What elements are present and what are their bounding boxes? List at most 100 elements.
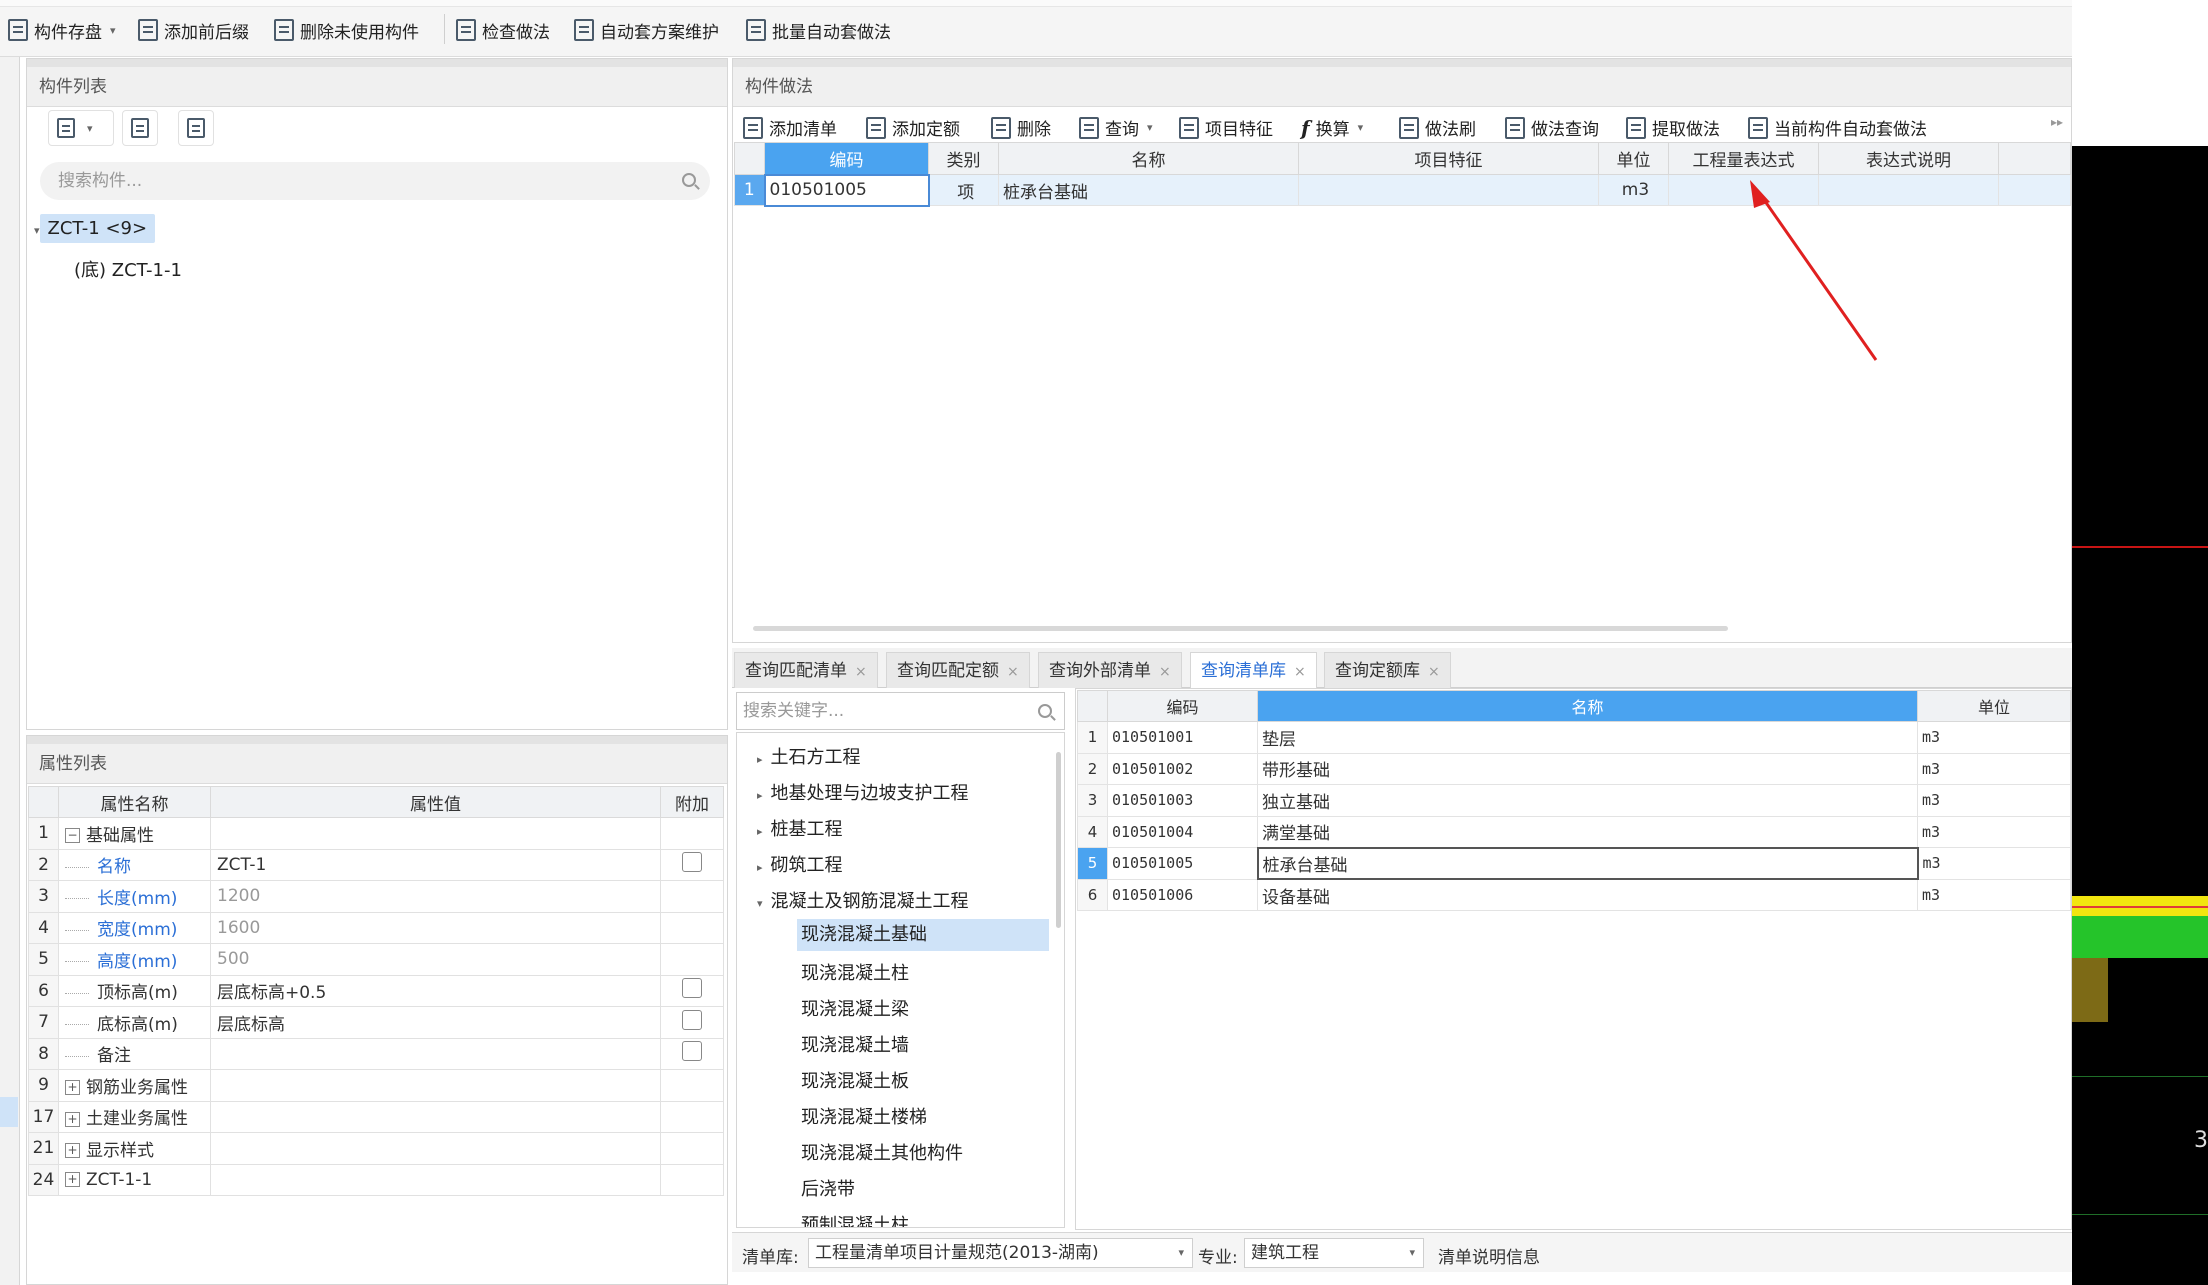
- unit-cell[interactable]: m3: [1917, 784, 2071, 817]
- category-item[interactable]: 后浇带: [801, 1175, 855, 1201]
- code-cell[interactable]: 010501006: [1107, 878, 1258, 911]
- component-search-input[interactable]: 搜索构件...: [40, 162, 710, 200]
- expand-icon[interactable]: +: [65, 1172, 80, 1188]
- name-cell[interactable]: 桩承台基础: [1256, 846, 1919, 880]
- tab-match-quota[interactable]: 查询匹配定额 ×: [886, 652, 1030, 688]
- tree-node-root[interactable]: ▾ ZCT-1 <9>: [34, 214, 156, 243]
- name-header[interactable]: 名称: [998, 142, 1299, 175]
- table-row[interactable]: 6 010501006 设备基础 m3: [1077, 878, 2071, 911]
- table-row-selected[interactable]: 5 010501005 桩承台基础 m3: [1077, 846, 2071, 880]
- category-item[interactable]: 现浇混凝土梁: [801, 995, 909, 1021]
- unit-cell[interactable]: m3: [1598, 174, 1669, 206]
- property-value[interactable]: [210, 1069, 661, 1102]
- unit-cell[interactable]: m3: [1917, 752, 2071, 785]
- category-item[interactable]: 现浇混凝土楼梯: [801, 1103, 927, 1129]
- table-row[interactable]: 2 010501002 带形基础 m3: [1077, 752, 2071, 785]
- category-item[interactable]: ▸ 地基处理与边坡支护工程: [757, 779, 969, 805]
- major-select[interactable]: 建筑工程 ▾: [1244, 1238, 1424, 1268]
- name-cell[interactable]: 设备基础: [1257, 878, 1918, 911]
- table-row[interactable]: 1 010501001 垫层 m3: [1077, 721, 2071, 754]
- close-icon[interactable]: ×: [855, 664, 867, 680]
- category-item[interactable]: 现浇混凝土其他构件: [801, 1139, 963, 1165]
- feature-header[interactable]: 项目特征: [1298, 142, 1599, 175]
- method-query-button[interactable]: 做法查询: [1505, 115, 1599, 140]
- tab-match-list[interactable]: 查询匹配清单 ×: [734, 652, 878, 688]
- list-info-link[interactable]: 清单说明信息: [1438, 1243, 1540, 1268]
- table-row[interactable]: 2 名称 ZCT-1: [28, 848, 724, 881]
- tab-external-list[interactable]: 查询外部清单 ×: [1038, 652, 1182, 688]
- expand-icon[interactable]: +: [65, 1143, 80, 1159]
- expand-arrow-icon[interactable]: ▸: [757, 789, 763, 802]
- unit-cell[interactable]: m3: [1917, 815, 2071, 848]
- collapse-icon[interactable]: −: [65, 828, 80, 844]
- name-header[interactable]: 名称: [1257, 690, 1918, 722]
- name-cell[interactable]: 独立基础: [1257, 784, 1918, 817]
- property-value[interactable]: [210, 1037, 661, 1070]
- table-row[interactable]: 7 底标高(m) 层底标高: [28, 1006, 724, 1039]
- batch-auto-button[interactable]: 批量自动套做法: [746, 16, 891, 44]
- table-row[interactable]: 4 宽度(mm) 1600: [28, 911, 724, 944]
- method-brush-button[interactable]: 做法刷: [1399, 115, 1476, 140]
- table-row[interactable]: 21 + 显示样式: [28, 1132, 724, 1165]
- table-row[interactable]: 3 010501003 独立基础 m3: [1077, 784, 2071, 817]
- save-component-button[interactable]: 构件存盘 ▾: [8, 16, 116, 44]
- extra-checkbox[interactable]: [682, 1009, 702, 1030]
- category-item[interactable]: ▾ 混凝土及钢筋混凝土工程: [757, 887, 969, 913]
- code-cell[interactable]: 010501005: [1107, 847, 1258, 880]
- copy-component-button[interactable]: [122, 110, 158, 146]
- unit-cell[interactable]: m3: [1917, 847, 2071, 880]
- feature-cell[interactable]: [1298, 174, 1599, 206]
- close-icon[interactable]: ×: [1428, 664, 1440, 680]
- table-row[interactable]: 3 长度(mm) 1200: [28, 880, 724, 913]
- table-row[interactable]: 17 + 土建业务属性: [28, 1100, 724, 1133]
- expression-desc-header[interactable]: 表达式说明: [1818, 142, 1999, 175]
- category-item[interactable]: ▸ 土石方工程: [757, 743, 861, 769]
- add-list-button[interactable]: 添加清单: [743, 115, 837, 140]
- code-header[interactable]: 编码: [764, 142, 929, 175]
- horizontal-scrollbar[interactable]: [753, 626, 1728, 631]
- unit-cell[interactable]: m3: [1917, 721, 2071, 754]
- expand-arrow-icon[interactable]: ▸: [757, 753, 763, 766]
- tab-list-library[interactable]: 查询清单库 ×: [1190, 652, 1317, 688]
- type-cell[interactable]: 项: [928, 174, 999, 206]
- search-icon[interactable]: [1038, 704, 1052, 718]
- new-component-button[interactable]: ▾: [48, 110, 114, 146]
- code-cell[interactable]: 010501004: [1107, 815, 1258, 848]
- delete-unused-button[interactable]: 删除未使用构件: [274, 16, 419, 44]
- property-value[interactable]: ZCT-1: [210, 848, 661, 881]
- property-value[interactable]: 层底标高: [210, 1006, 661, 1039]
- table-row[interactable]: 9 + 钢筋业务属性: [28, 1069, 724, 1102]
- query-button[interactable]: 查询 ▾: [1079, 115, 1153, 140]
- library-select[interactable]: 工程量清单项目计量规范(2013-湖南) ▾: [808, 1238, 1193, 1268]
- table-row[interactable]: 8 备注: [28, 1037, 724, 1070]
- feature-button[interactable]: 项目特征: [1179, 115, 1273, 140]
- table-row[interactable]: 4 010501004 满堂基础 m3: [1077, 815, 2071, 848]
- drawing-canvas[interactable]: 3: [2072, 146, 2208, 1285]
- tab-quota-library[interactable]: 查询定额库 ×: [1324, 652, 1451, 688]
- close-icon[interactable]: ×: [1007, 664, 1019, 680]
- category-search-input[interactable]: 搜索关键字...: [736, 692, 1065, 730]
- property-value[interactable]: 层底标高+0.5: [210, 974, 661, 1007]
- code-cell[interactable]: 010501001: [1107, 721, 1258, 754]
- table-row[interactable]: 24 + ZCT-1-1: [28, 1163, 724, 1196]
- table-row[interactable]: 1 − 基础属性: [28, 817, 724, 850]
- tree-node-child[interactable]: (底) ZCT-1-1: [74, 256, 182, 282]
- extra-checkbox[interactable]: [682, 978, 702, 999]
- unit-header[interactable]: 单位: [1598, 142, 1669, 175]
- search-icon[interactable]: [682, 173, 696, 187]
- chevron-down-icon[interactable]: ▾: [1178, 1239, 1184, 1267]
- auto-apply-button[interactable]: 当前构件自动套做法: [1748, 115, 1927, 140]
- category-item[interactable]: 现浇混凝土墙: [801, 1031, 909, 1057]
- code-cell[interactable]: 010501003: [1107, 784, 1258, 817]
- name-cell[interactable]: 垫层: [1257, 721, 1918, 754]
- name-cell[interactable]: 满堂基础: [1257, 815, 1918, 848]
- category-item[interactable]: 现浇混凝土板: [801, 1067, 909, 1093]
- collapse-arrow-icon[interactable]: ▾: [757, 897, 763, 910]
- chevron-down-icon[interactable]: ▾: [87, 122, 93, 135]
- close-icon[interactable]: ×: [1294, 664, 1306, 680]
- delete-component-button[interactable]: [178, 110, 214, 146]
- property-value[interactable]: 1600: [210, 911, 661, 944]
- expression-header[interactable]: 工程量表达式: [1668, 142, 1819, 175]
- expand-icon[interactable]: +: [65, 1111, 80, 1127]
- expand-arrow-icon[interactable]: ▸: [757, 825, 763, 838]
